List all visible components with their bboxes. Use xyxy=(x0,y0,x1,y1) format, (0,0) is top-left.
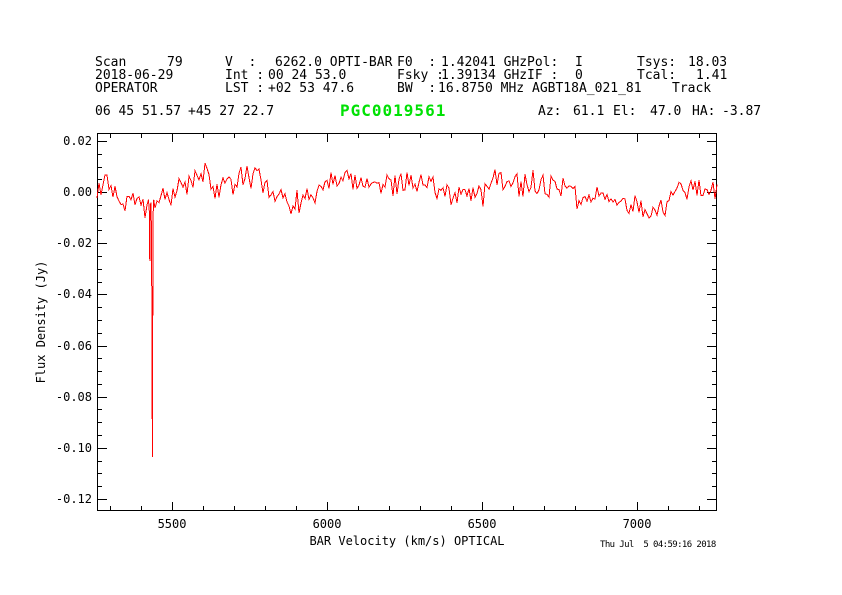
y-tick-label: -0.12 xyxy=(48,493,92,505)
observer-value: OPERATOR xyxy=(95,82,158,95)
y-tick-label: -0.04 xyxy=(48,288,92,300)
y-tick-label: 0.00 xyxy=(48,186,92,198)
az-label: Az: xyxy=(538,105,561,118)
procedure-value: Track xyxy=(672,82,711,95)
x-axis-title: BAR Velocity (km/s) OPTICAL xyxy=(309,535,504,547)
y-tick-label: 0.02 xyxy=(48,135,92,147)
y-axis-title: Flux Density (Jy) xyxy=(35,261,47,384)
plot-timestamp: Thu Jul 5 04:59:16 2018 xyxy=(600,541,716,550)
ra-value: 06 45 51.57 xyxy=(95,105,181,118)
gbtidl-plotter-window: Scan79V :6262.0 OPTI-BARF0 :1.42041 GHzP… xyxy=(0,0,842,595)
lst-label: LST : xyxy=(225,82,264,95)
y-tick-label: -0.08 xyxy=(48,391,92,403)
ha-value: -3.87 xyxy=(722,105,761,118)
bw-value: 16.8750 MHz xyxy=(438,82,524,95)
x-tick-label: 5500 xyxy=(142,518,202,530)
source-name: PGC0019561 xyxy=(340,103,446,119)
spectrum-trace xyxy=(97,163,717,457)
plot-frame xyxy=(98,134,717,511)
y-tick-label: -0.06 xyxy=(48,340,92,352)
x-tick-label: 6500 xyxy=(452,518,512,530)
y-tick-label: -0.02 xyxy=(48,237,92,249)
x-tick-label: 7000 xyxy=(607,518,667,530)
az-value: 61.1 xyxy=(573,105,604,118)
tcal-label: Tcal: xyxy=(637,69,676,82)
x-tick-label: 6000 xyxy=(297,518,357,530)
el-label: El: xyxy=(613,105,636,118)
project-id: AGBT18A_021_81 xyxy=(532,82,642,95)
el-value: 47.0 xyxy=(650,105,681,118)
spectrum-plot xyxy=(97,133,717,511)
lst-value: +02 53 47.6 xyxy=(268,82,354,95)
y-tick-label: -0.10 xyxy=(48,442,92,454)
bw-label: BW : xyxy=(397,82,436,95)
dec-value: +45 27 22.7 xyxy=(188,105,274,118)
ha-label: HA: xyxy=(692,105,715,118)
